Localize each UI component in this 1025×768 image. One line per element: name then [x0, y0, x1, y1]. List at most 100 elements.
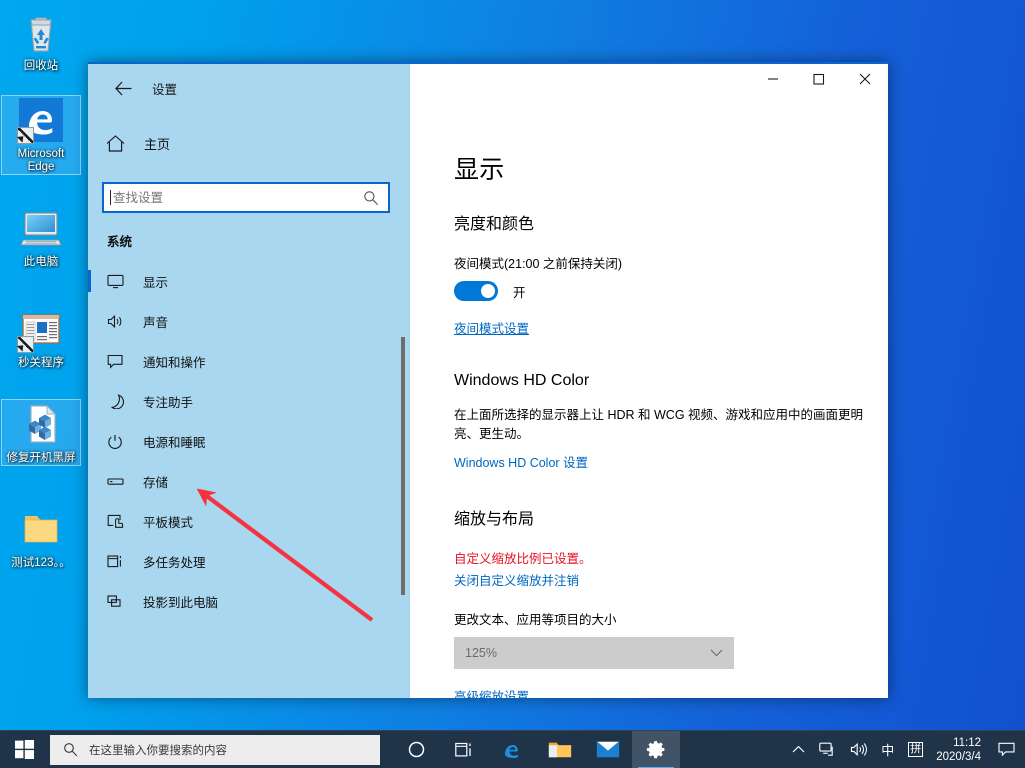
chevron-down-icon	[710, 649, 723, 657]
sidebar-item-storage[interactable]: 存储	[88, 461, 410, 501]
change-size-label: 更改文本、应用等项目的大小	[454, 613, 617, 627]
window-title: 设置	[152, 82, 178, 97]
night-light-settings-link[interactable]: 夜间模式设置	[454, 318, 529, 337]
maximize-icon	[813, 73, 825, 85]
desktop-icon-label: 回收站	[23, 60, 59, 72]
title-bar[interactable]: 设置	[88, 64, 888, 112]
minimize-button[interactable]	[750, 64, 796, 94]
sidebar-item-tablet-mode[interactable]: 平板模式	[88, 501, 410, 541]
sidebar-group-label: 系统	[107, 235, 133, 249]
desktop-icon-fix-boot-black-screen[interactable]: 修复开机黑屏	[1, 399, 81, 466]
back-arrow-icon	[114, 81, 131, 95]
mail-icon	[596, 741, 620, 758]
desktop-icon-test-folder[interactable]: 测试123。。	[2, 505, 80, 570]
desktop-icon-this-pc[interactable]: 此电脑	[2, 204, 80, 269]
ime-mode-label: 中	[881, 743, 895, 758]
sidebar-nav-list: 显示 声音 通知和操作 专注助手 电源和睡眠 存储 平板模式 多任务处理 投影到…	[88, 261, 410, 698]
taskbar-clock[interactable]: 11:12 2020/3/4	[930, 736, 991, 764]
sidebar-item-multitasking[interactable]: 多任务处理	[88, 541, 410, 581]
circle-icon	[408, 741, 424, 758]
sidebar-item-label: 显示	[143, 275, 169, 290]
sidebar-item-display[interactable]: 显示	[88, 261, 410, 301]
application-window-icon	[17, 305, 65, 353]
desktop-icon-label: 此电脑	[23, 256, 59, 268]
sidebar-item-label: 声音	[143, 315, 169, 330]
advanced-scaling-settings-link[interactable]: 高级缩放设置	[454, 686, 529, 698]
desktop-icon-recycle-bin[interactable]: 回收站	[2, 8, 80, 73]
desktop-icon-label: 秒关程序	[18, 357, 64, 369]
hd-color-settings-link[interactable]: Windows HD Color 设置	[454, 452, 588, 471]
sidebar-item-projecting-to-this-pc[interactable]: 投影到此电脑	[88, 581, 410, 621]
maximize-button[interactable]	[796, 64, 842, 94]
window-controls	[410, 64, 888, 112]
sidebar-item-focus-assist[interactable]: 专注助手	[88, 381, 410, 421]
night-light-toggle[interactable]	[454, 281, 498, 301]
start-button[interactable]	[0, 731, 48, 768]
notification-center-button[interactable]	[991, 731, 1021, 768]
taskbar[interactable]: 在这里输入你要搜索的内容 中 拼 11:12 2020/3/4	[0, 730, 1025, 768]
desktop-icon-quick-close-program[interactable]: 秒关程序	[2, 305, 80, 370]
close-button[interactable]	[842, 64, 888, 94]
volume-icon	[851, 742, 868, 757]
network-button[interactable]	[812, 731, 843, 768]
sidebar-item-label: 通知和操作	[143, 355, 206, 370]
windows-logo-icon	[14, 740, 34, 759]
search-icon	[64, 743, 78, 757]
mail-button[interactable]	[584, 731, 632, 768]
edge-icon	[505, 744, 518, 758]
clock-date: 2020/3/4	[936, 750, 981, 763]
clock-time: 11:12	[953, 736, 981, 749]
speaker-icon	[107, 314, 129, 329]
taskbar-search-box[interactable]: 在这里输入你要搜索的内容	[50, 734, 380, 765]
scale-dropdown[interactable]: 125%	[454, 637, 734, 669]
section-title-scale-and-layout: 缩放与布局	[454, 511, 535, 528]
page-title: 显示	[454, 156, 505, 184]
settings-sidebar[interactable]: 主页 系统	[88, 112, 410, 698]
search-input[interactable]	[111, 184, 363, 211]
sidebar-item-label: 多任务处理	[143, 555, 206, 570]
task-view-icon	[454, 742, 471, 756]
tablet-icon	[107, 514, 129, 529]
network-icon	[819, 742, 833, 756]
tray-overflow-button[interactable]	[785, 731, 812, 768]
speech-bubble-icon	[997, 742, 1015, 757]
ime-mode-button[interactable]: 中	[874, 731, 901, 768]
cortana-button[interactable]	[392, 731, 440, 768]
ime-pinyin-label: 拼	[908, 742, 924, 757]
toggle-knob	[481, 284, 495, 298]
turn-off-custom-scaling-link[interactable]: 关闭自定义缩放并注销	[454, 570, 579, 589]
gear-icon	[646, 741, 664, 759]
sidebar-home-item[interactable]: 主页	[106, 126, 410, 160]
sidebar-item-label: 电源和睡眠	[143, 435, 206, 450]
sidebar-item-power-and-sleep[interactable]: 电源和睡眠	[88, 421, 410, 461]
task-view-button[interactable]	[440, 731, 488, 768]
desktop-icon-label: 修复开机黑屏	[6, 452, 76, 464]
power-icon	[107, 434, 129, 449]
section-title-hd-color: Windows HD Color	[454, 372, 590, 389]
edge-icon	[17, 96, 65, 144]
monitor-icon	[107, 274, 129, 289]
title-bar-left: 设置	[88, 64, 410, 112]
desktop-icon-microsoft-edge[interactable]: Microsoft Edge	[1, 95, 81, 175]
minimize-icon	[768, 78, 778, 80]
registry-file-icon	[17, 400, 65, 448]
sidebar-item-label: 专注助手	[143, 395, 194, 410]
back-button[interactable]	[100, 72, 146, 104]
sidebar-item-notifications[interactable]: 通知和操作	[88, 341, 410, 381]
edge-taskbar-button[interactable]	[488, 731, 536, 768]
desktop-icon-label: 测试123。。	[11, 557, 71, 569]
ime-pinyin-button[interactable]: 拼	[901, 731, 930, 768]
section-title-brightness: 亮度和颜色	[454, 216, 535, 233]
settings-window[interactable]: 设置 主页 查找设置 系统 显示 声音 通知和操作 专注助手 电源和睡眠 存储 …	[88, 62, 888, 698]
home-icon	[106, 134, 125, 152]
sidebar-scrollbar[interactable]	[401, 337, 405, 595]
desktop[interactable]: 回收站 Microsoft Edge 此电脑 秒关程序 修复开机黑屏 测试123…	[0, 0, 1025, 730]
custom-scale-warning: 自定义缩放比例已设置。	[454, 552, 592, 566]
file-explorer-button[interactable]	[536, 731, 584, 768]
night-light-toggle-row: 开	[454, 281, 888, 301]
search-box[interactable]	[102, 182, 390, 213]
storage-icon	[107, 474, 129, 489]
volume-button[interactable]	[843, 731, 874, 768]
sidebar-item-sound[interactable]: 声音	[88, 301, 410, 341]
settings-button[interactable]	[632, 730, 680, 768]
